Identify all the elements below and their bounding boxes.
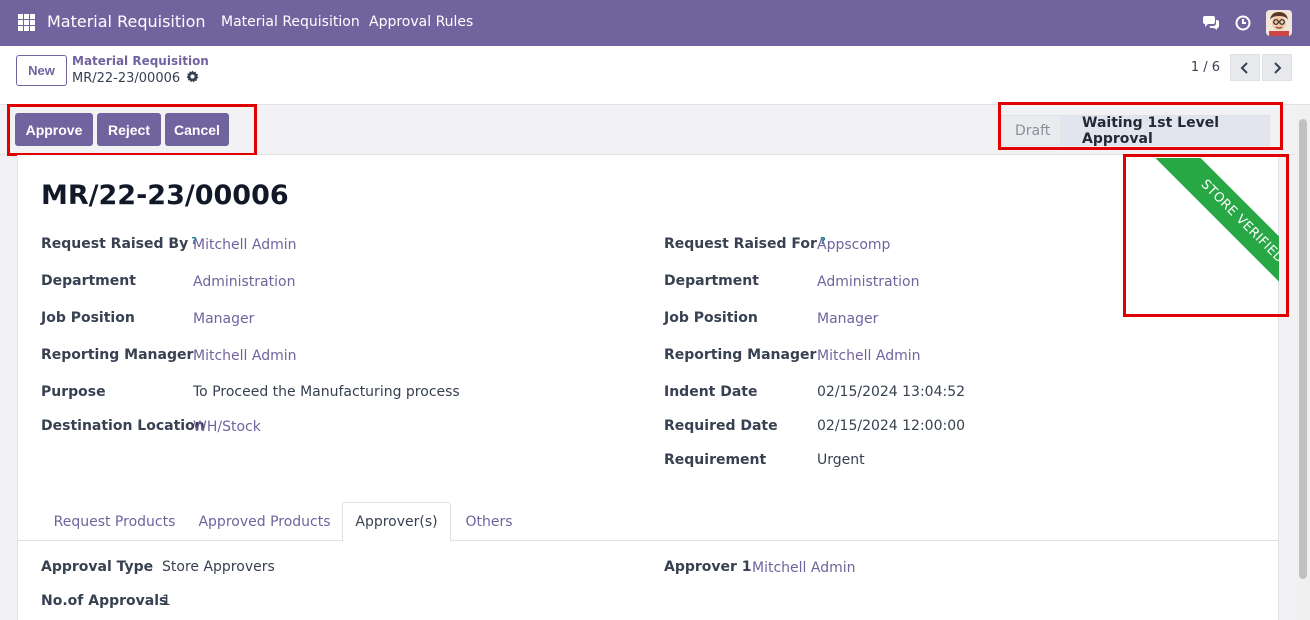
label-approval-type: Approval Type [41, 559, 154, 575]
label-request-raised-for: Request Raised For? [664, 236, 826, 252]
highlight-box-ribbon [1123, 154, 1289, 317]
label-reporting-manager-right: Reporting Manager [664, 347, 817, 363]
chat-icon[interactable] [1202, 14, 1220, 32]
field-job-position-right[interactable]: Manager [817, 311, 878, 327]
label-destination-location: Destination Location [41, 418, 205, 434]
label-reporting-manager: Reporting Manager [41, 347, 194, 363]
field-required-date[interactable]: 02/15/2024 12:00:00 [817, 418, 965, 434]
field-destination-location[interactable]: WH/Stock [193, 419, 261, 435]
record-title: MR/22-23/00006 [41, 180, 289, 211]
highlight-box-stages [998, 102, 1283, 150]
pager-next-button[interactable] [1262, 54, 1292, 81]
label-text: Request Raised For [664, 236, 817, 252]
label-request-raised-by: Request Raised By? [41, 236, 197, 252]
breadcrumb-current-label: MR/22-23/00006 [72, 71, 181, 86]
gear-icon[interactable] [186, 70, 199, 87]
field-reporting-manager[interactable]: Mitchell Admin [193, 348, 297, 364]
scrollbar[interactable] [1295, 105, 1310, 620]
field-job-position[interactable]: Manager [193, 311, 254, 327]
field-request-raised-for[interactable]: Appscomp [817, 237, 890, 253]
tab-approved-products[interactable]: Approved Products [189, 502, 340, 541]
field-reporting-manager-right[interactable]: Mitchell Admin [817, 348, 921, 364]
user-avatar[interactable] [1266, 10, 1292, 36]
field-no-of-approvals[interactable]: 1 [162, 593, 171, 609]
label-approver-1: Approver 1 [664, 559, 752, 575]
breadcrumb-current: MR/22-23/00006 [72, 70, 199, 87]
pager-previous-button[interactable] [1230, 54, 1260, 81]
tab-approvers[interactable]: Approver(s) [342, 502, 451, 542]
field-purpose[interactable]: To Proceed the Manufacturing process [193, 384, 460, 400]
label-no-of-approvals: No.of Approvals [41, 593, 168, 609]
label-required-date: Required Date [664, 418, 778, 434]
label-text: Request Raised By [41, 236, 189, 252]
field-approval-type[interactable]: Store Approvers [162, 559, 275, 575]
label-indent-date: Indent Date [664, 384, 758, 400]
menu-material-requisition[interactable]: Material Requisition [221, 14, 360, 30]
new-button[interactable]: New [16, 55, 67, 86]
label-department-right: Department [664, 273, 759, 289]
label-job-position-right: Job Position [664, 310, 758, 326]
field-requirement[interactable]: Urgent [817, 452, 865, 468]
field-request-raised-by[interactable]: Mitchell Admin [193, 237, 297, 253]
control-panel: New Material Requisition MR/22-23/00006 … [0, 46, 1310, 105]
notebook-tabs: Request Products Approved Products Appro… [17, 502, 1279, 542]
clock-icon[interactable] [1234, 14, 1252, 32]
breadcrumb-parent[interactable]: Material Requisition [72, 54, 209, 68]
label-requirement: Requirement [664, 452, 767, 468]
field-approver-1[interactable]: Mitchell Admin [752, 560, 856, 576]
app-brand[interactable]: Material Requisition [47, 12, 206, 31]
field-indent-date[interactable]: 02/15/2024 13:04:52 [817, 384, 965, 400]
label-purpose: Purpose [41, 384, 106, 400]
field-department[interactable]: Administration [193, 274, 295, 290]
field-department-right[interactable]: Administration [817, 274, 919, 290]
tab-request-products[interactable]: Request Products [42, 502, 187, 541]
scrollbar-thumb[interactable] [1299, 119, 1307, 579]
label-department: Department [41, 273, 136, 289]
label-job-position: Job Position [41, 310, 135, 326]
pager-value[interactable]: 1 / 6 [1191, 60, 1220, 75]
apps-menu-icon[interactable] [18, 14, 35, 31]
menu-approval-rules[interactable]: Approval Rules [369, 14, 473, 30]
top-navbar: Material Requisition Material Requisitio… [0, 0, 1310, 46]
tab-others[interactable]: Others [453, 502, 525, 541]
highlight-box-actions [7, 104, 257, 156]
